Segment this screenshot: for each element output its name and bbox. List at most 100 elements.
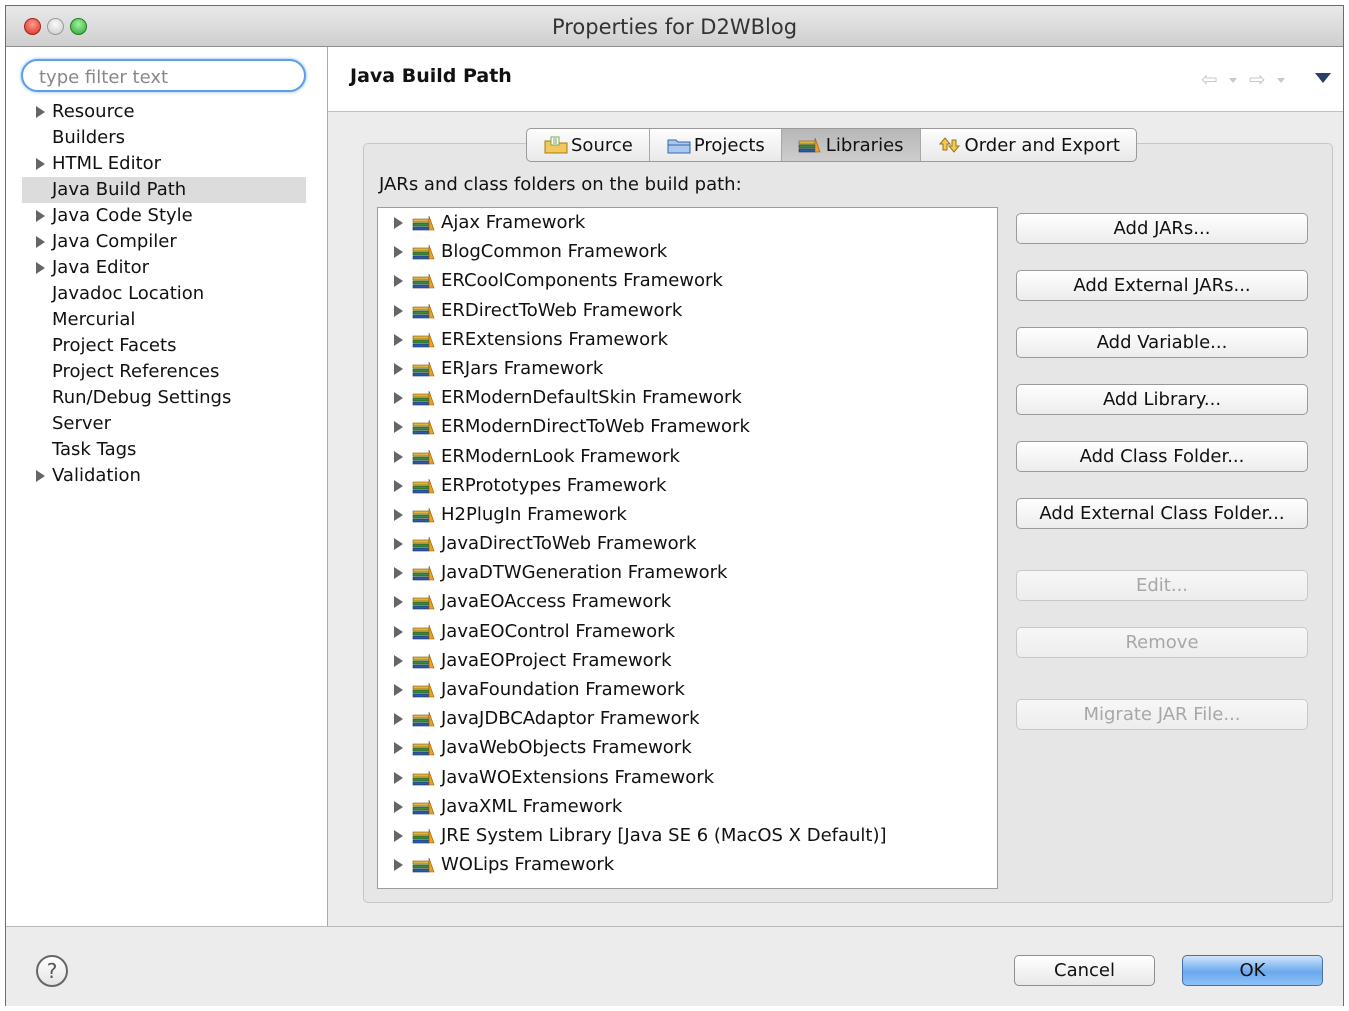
add-class-folder-button[interactable]: Add Class Folder... (1016, 441, 1308, 472)
back-arrow-icon[interactable]: ⇦ (1201, 67, 1218, 91)
expand-arrow-icon[interactable] (394, 684, 403, 696)
library-row[interactable]: JavaDTWGeneration Framework (378, 558, 997, 587)
forward-arrow-icon[interactable]: ⇨ (1249, 67, 1266, 91)
library-row[interactable]: Ajax Framework (378, 208, 997, 237)
library-row[interactable]: JavaDirectToWeb Framework (378, 529, 997, 558)
library-row[interactable]: ERModernLook Framework (378, 442, 997, 471)
sidebar-item[interactable]: HTML Editor (22, 151, 306, 177)
expand-arrow-icon[interactable] (394, 479, 403, 492)
sidebar-item[interactable]: Project References (22, 359, 306, 385)
tab-libraries[interactable]: Libraries (781, 129, 921, 161)
filter-input[interactable] (37, 64, 291, 90)
sidebar-item[interactable]: Java Build Path (22, 177, 306, 203)
library-row[interactable]: JavaXML Framework (378, 792, 997, 821)
library-row[interactable]: JavaWebObjects Framework (378, 733, 997, 762)
sidebar-item[interactable]: Java Code Style (22, 203, 306, 229)
library-row[interactable]: ERPrototypes Framework (378, 471, 997, 500)
expand-arrow-icon[interactable] (36, 262, 45, 274)
library-icon (412, 391, 435, 406)
library-icon (412, 858, 435, 873)
expand-arrow-icon[interactable] (394, 596, 403, 609)
view-menu-icon[interactable] (1315, 73, 1331, 83)
expand-arrow-icon[interactable] (394, 333, 403, 346)
add-external-jars-button[interactable]: Add External JARs... (1016, 270, 1308, 301)
library-row[interactable]: ERExtensions Framework (378, 325, 997, 354)
library-row[interactable]: JavaJDBCAdaptor Framework (378, 704, 997, 733)
expand-arrow-icon[interactable] (36, 470, 45, 482)
tab-order-and-export[interactable]: Order and Export (921, 129, 1136, 161)
sidebar-item[interactable]: Java Compiler (22, 229, 306, 255)
library-row[interactable]: ERJars Framework (378, 354, 997, 383)
filter-field[interactable] (21, 59, 306, 92)
sidebar-item[interactable]: Server (22, 411, 306, 437)
library-row[interactable]: JRE System Library [Java SE 6 (MacOS X D… (378, 821, 997, 850)
expand-arrow-icon[interactable] (394, 654, 403, 667)
expand-arrow-icon[interactable] (394, 362, 403, 375)
expand-arrow-icon[interactable] (394, 508, 403, 521)
expand-arrow-icon[interactable] (394, 421, 403, 434)
expand-arrow-icon[interactable] (394, 538, 403, 551)
expand-arrow-icon[interactable] (394, 392, 403, 405)
cancel-button[interactable]: Cancel (1014, 955, 1155, 986)
edit-button[interactable]: Edit... (1016, 570, 1308, 601)
add-variable-button[interactable]: Add Variable... (1016, 327, 1308, 358)
expand-arrow-icon[interactable] (394, 450, 403, 463)
ok-button[interactable]: OK (1182, 955, 1323, 986)
library-row[interactable]: ERModernDirectToWeb Framework (378, 412, 997, 441)
library-row[interactable]: H2PlugIn Framework (378, 500, 997, 529)
forward-history-caret-icon[interactable] (1277, 78, 1285, 83)
library-icon (412, 682, 435, 698)
sidebar-item[interactable]: Validation (22, 463, 306, 489)
tab-projects[interactable]: Projects (650, 129, 782, 161)
expand-arrow-icon[interactable] (36, 106, 45, 118)
expand-arrow-icon[interactable] (394, 625, 403, 638)
expand-arrow-icon[interactable] (394, 771, 403, 784)
add-library-button[interactable]: Add Library... (1016, 384, 1308, 415)
back-history-caret-icon[interactable] (1229, 78, 1237, 83)
expand-arrow-icon[interactable] (394, 742, 403, 755)
library-row[interactable]: JavaEOProject Framework (378, 646, 997, 675)
sidebar-item[interactable]: Java Editor (22, 255, 306, 281)
sidebar-item[interactable]: Run/Debug Settings (22, 385, 306, 411)
sidebar-item[interactable]: Project Facets (22, 333, 306, 359)
library-row[interactable]: JavaEOControl Framework (378, 617, 997, 646)
expand-arrow-icon[interactable] (36, 210, 45, 222)
library-icon (412, 478, 435, 493)
library-row[interactable]: JavaWOExtensions Framework (378, 763, 997, 792)
expand-arrow-icon[interactable] (394, 246, 403, 259)
expand-arrow-icon[interactable] (36, 158, 45, 170)
library-row[interactable]: BlogCommon Framework (378, 237, 997, 266)
add-external-class-folder-button[interactable]: Add External Class Folder... (1016, 498, 1308, 529)
page-header: Java Build Path ⇦ ⇨ (328, 47, 1343, 112)
sidebar-item[interactable]: Mercurial (22, 307, 306, 333)
expand-arrow-icon[interactable] (394, 304, 403, 317)
library-label: ERModernDefaultSkin Framework (441, 387, 742, 409)
expand-arrow-icon[interactable] (394, 217, 403, 229)
expand-arrow-icon[interactable] (394, 713, 403, 726)
library-row[interactable]: ERModernDefaultSkin Framework (378, 383, 997, 412)
help-icon[interactable]: ? (36, 955, 68, 987)
add-jars-button[interactable]: Add JARs... (1016, 213, 1308, 244)
sidebar-item[interactable]: Javadoc Location (22, 281, 306, 307)
expand-arrow-icon[interactable] (36, 236, 45, 248)
sidebar-item-label: Project Facets (52, 335, 177, 356)
build-path-library-list[interactable]: Ajax Framework BlogCommon Framework ERCool… (377, 207, 998, 889)
expand-arrow-icon[interactable] (394, 859, 403, 872)
library-icon (412, 245, 435, 260)
library-label: JavaEOControl Framework (441, 620, 675, 642)
library-row[interactable]: WOLips Framework (378, 850, 997, 879)
remove-button[interactable]: Remove (1016, 627, 1308, 658)
library-row[interactable]: ERDirectToWeb Framework (378, 296, 997, 325)
migrate-jar-file-button[interactable]: Migrate JAR File... (1016, 699, 1308, 730)
expand-arrow-icon[interactable] (394, 829, 403, 842)
expand-arrow-icon[interactable] (394, 800, 403, 813)
sidebar-item[interactable]: Task Tags (22, 437, 306, 463)
sidebar-item[interactable]: Builders (22, 125, 306, 151)
sidebar-item[interactable]: Resource (22, 99, 306, 125)
library-row[interactable]: ERCoolComponents Framework (378, 266, 997, 295)
tab-source[interactable]: Source (527, 129, 650, 161)
library-row[interactable]: JavaEOAccess Framework (378, 587, 997, 616)
expand-arrow-icon[interactable] (394, 567, 403, 580)
library-row[interactable]: JavaFoundation Framework (378, 675, 997, 704)
expand-arrow-icon[interactable] (394, 275, 403, 288)
